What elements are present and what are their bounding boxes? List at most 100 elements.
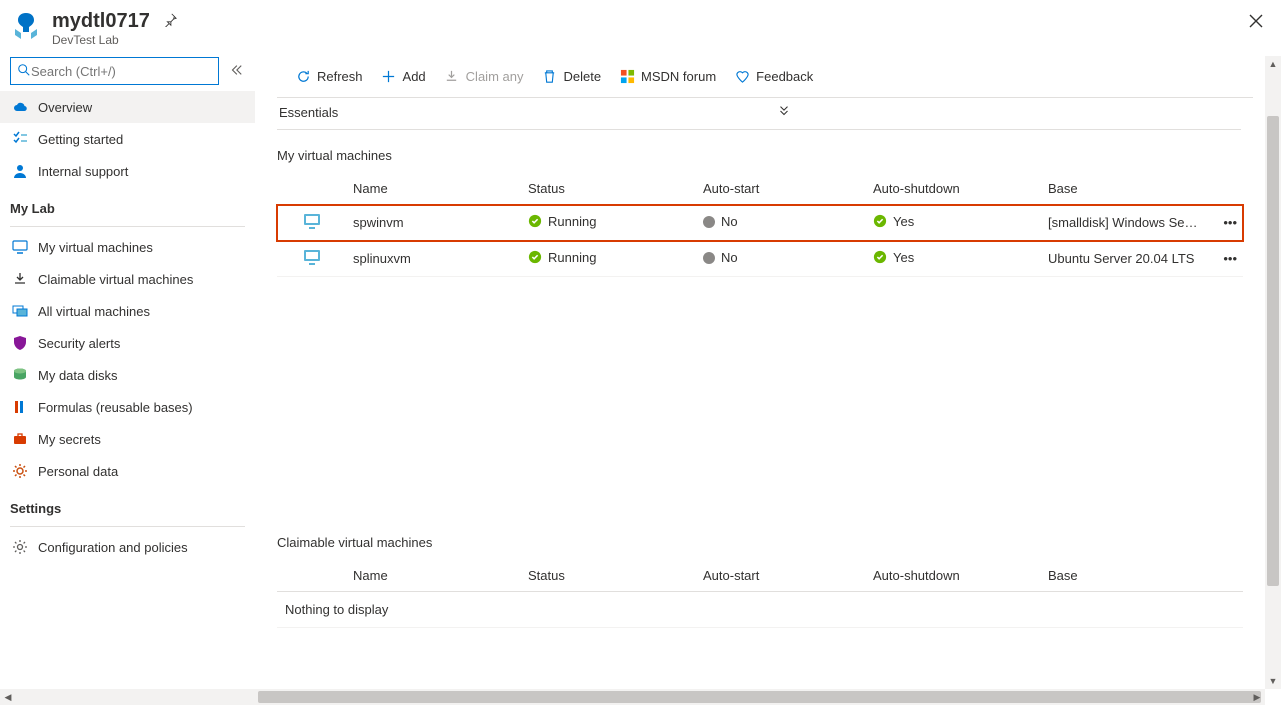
divider bbox=[10, 526, 245, 527]
download-icon bbox=[12, 271, 28, 287]
row-more-button[interactable]: ••• bbox=[1207, 205, 1243, 241]
sidebar-item-getting-started[interactable]: Getting started bbox=[0, 123, 255, 155]
sidebar-item-internal-support[interactable]: Internal support bbox=[0, 155, 255, 187]
vm-base: Ubuntu Server 20.04 LTS bbox=[1042, 241, 1207, 277]
col-status[interactable]: Status bbox=[522, 173, 697, 205]
scroll-left-icon[interactable]: ◀ bbox=[0, 689, 16, 705]
sidebar-item-label: My data disks bbox=[38, 368, 117, 383]
vm-autoshutdown: Yes bbox=[893, 250, 914, 265]
sidebar-search[interactable] bbox=[10, 57, 219, 85]
collapse-sidebar-button[interactable] bbox=[229, 63, 243, 80]
flask-icon bbox=[12, 399, 28, 415]
vm-status: Running bbox=[548, 214, 596, 229]
claimable-vms-title: Claimable virtual machines bbox=[277, 517, 1243, 560]
sidebar-item-all-vms[interactable]: All virtual machines bbox=[0, 295, 255, 327]
col-autoshutdown[interactable]: Auto-shutdown bbox=[867, 560, 1042, 592]
scroll-up-icon[interactable]: ▲ bbox=[1265, 56, 1281, 72]
toolbar-label: Add bbox=[403, 69, 426, 84]
gear-icon bbox=[12, 539, 28, 555]
vm-autoshutdown: Yes bbox=[893, 214, 914, 229]
col-name[interactable]: Name bbox=[347, 173, 522, 205]
table-header-row: Name Status Auto-start Auto-shutdown Bas… bbox=[277, 173, 1243, 205]
col-autoshutdown[interactable]: Auto-shutdown bbox=[867, 173, 1042, 205]
refresh-button[interactable]: Refresh bbox=[287, 61, 371, 91]
scroll-thumb[interactable] bbox=[1267, 116, 1279, 586]
table-row[interactable]: splinuxvm Running No Yes Ubuntu Server 2… bbox=[277, 241, 1243, 277]
sidebar-item-overview[interactable]: Overview bbox=[0, 91, 255, 123]
chevron-down-double-icon[interactable] bbox=[777, 104, 791, 121]
essentials-panel[interactable]: Essentials bbox=[277, 98, 1241, 130]
vm-name: spwinvm bbox=[347, 205, 522, 241]
dot-grey-icon bbox=[703, 216, 715, 228]
sidebar-item-personal-data[interactable]: Personal data bbox=[0, 455, 255, 487]
col-autostart[interactable]: Auto-start bbox=[697, 173, 867, 205]
my-vms-table: Name Status Auto-start Auto-shutdown Bas… bbox=[277, 173, 1243, 277]
sidebar-item-security-alerts[interactable]: Security alerts bbox=[0, 327, 255, 359]
page-subtitle: DevTest Lab bbox=[52, 33, 1245, 47]
table-row[interactable]: spwinvm Running No Yes [smalldisk] Windo… bbox=[277, 205, 1243, 241]
vm-base: [smalldisk] Windows Serve… bbox=[1042, 205, 1207, 241]
feedback-button[interactable]: Feedback bbox=[726, 61, 821, 91]
row-more-button[interactable]: ••• bbox=[1207, 241, 1243, 277]
refresh-icon bbox=[295, 68, 311, 84]
search-icon bbox=[17, 63, 31, 80]
heart-icon bbox=[734, 68, 750, 84]
delete-button[interactable]: Delete bbox=[533, 61, 609, 91]
sidebar-item-label: My virtual machines bbox=[38, 240, 153, 255]
empty-message: Nothing to display bbox=[277, 592, 1243, 628]
pin-button[interactable] bbox=[163, 13, 177, 30]
scroll-thumb[interactable] bbox=[258, 691, 1261, 703]
col-name[interactable]: Name bbox=[347, 560, 522, 592]
check-circle-icon bbox=[873, 214, 887, 228]
dot-grey-icon bbox=[703, 252, 715, 264]
page-title: mydtl0717 bbox=[52, 10, 150, 33]
sidebar-item-label: Internal support bbox=[38, 164, 128, 179]
check-circle-icon bbox=[528, 214, 542, 228]
sidebar-item-label: Security alerts bbox=[38, 336, 120, 351]
col-base[interactable]: Base bbox=[1042, 173, 1207, 205]
horizontal-scrollbar[interactable]: ◀ ▶ bbox=[0, 689, 1265, 705]
plus-icon bbox=[381, 68, 397, 84]
sidebar-item-label: Overview bbox=[38, 100, 92, 115]
msdn-forum-button[interactable]: MSDN forum bbox=[611, 61, 724, 91]
cloud-icon bbox=[12, 99, 28, 115]
scroll-down-icon[interactable]: ▼ bbox=[1265, 673, 1281, 689]
devtest-lab-icon bbox=[10, 10, 42, 42]
disk-icon bbox=[12, 367, 28, 383]
sidebar-item-my-data-disks[interactable]: My data disks bbox=[0, 359, 255, 391]
sidebar-item-my-vms[interactable]: My virtual machines bbox=[0, 231, 255, 263]
sidebar-item-configuration[interactable]: Configuration and policies bbox=[0, 531, 255, 563]
sidebar-item-formulas[interactable]: Formulas (reusable bases) bbox=[0, 391, 255, 423]
scroll-right-icon[interactable]: ▶ bbox=[1249, 689, 1265, 705]
claimable-vms-table: Name Status Auto-start Auto-shutdown Bas… bbox=[277, 560, 1243, 592]
sidebar-item-claimable-vms[interactable]: Claimable virtual machines bbox=[0, 263, 255, 295]
sidebar-item-my-secrets[interactable]: My secrets bbox=[0, 423, 255, 455]
col-status[interactable]: Status bbox=[522, 560, 697, 592]
divider bbox=[10, 226, 245, 227]
claim-any-button: Claim any bbox=[436, 61, 532, 91]
checklist-icon bbox=[12, 131, 28, 147]
essentials-label: Essentials bbox=[277, 105, 338, 120]
col-base[interactable]: Base bbox=[1042, 560, 1207, 592]
vm-icon bbox=[302, 247, 322, 267]
briefcase-icon bbox=[12, 431, 28, 447]
vertical-scrollbar[interactable]: ▲ ▼ bbox=[1265, 56, 1281, 689]
col-autostart[interactable]: Auto-start bbox=[697, 560, 867, 592]
sidebar-item-label: Configuration and policies bbox=[38, 540, 188, 555]
sidebar-item-label: Personal data bbox=[38, 464, 118, 479]
download-icon bbox=[444, 68, 460, 84]
add-button[interactable]: Add bbox=[373, 61, 434, 91]
toolbar-label: Claim any bbox=[466, 69, 524, 84]
shield-icon bbox=[12, 335, 28, 351]
sidebar-item-label: All virtual machines bbox=[38, 304, 150, 319]
vm-icon bbox=[302, 211, 322, 231]
sidebar-section-settings: Settings bbox=[0, 487, 255, 522]
search-input[interactable] bbox=[31, 64, 212, 79]
person-icon bbox=[12, 163, 28, 179]
check-circle-icon bbox=[528, 250, 542, 264]
close-button[interactable] bbox=[1245, 10, 1267, 35]
sidebar: Overview Getting started Internal suppor… bbox=[0, 53, 255, 702]
vms-icon bbox=[12, 303, 28, 319]
sidebar-item-label: Getting started bbox=[38, 132, 123, 147]
sidebar-item-label: My secrets bbox=[38, 432, 101, 447]
